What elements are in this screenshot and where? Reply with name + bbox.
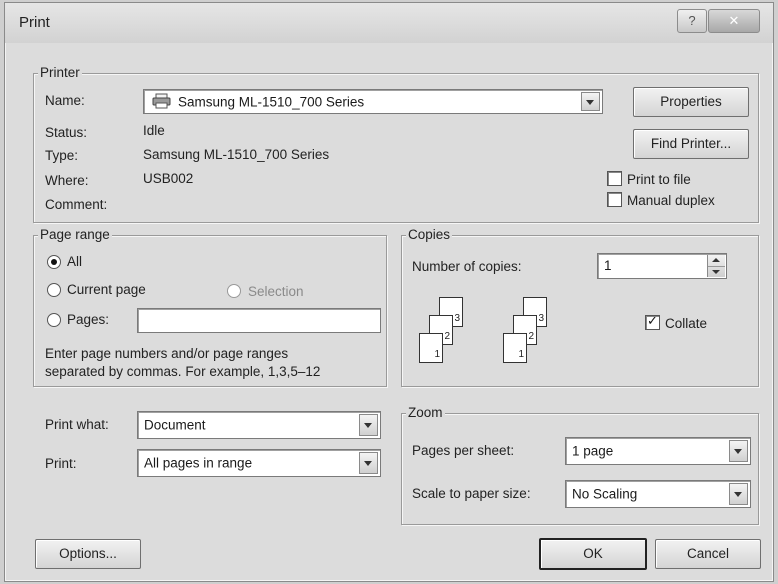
scale-to-paper-label: Scale to paper size: — [412, 486, 531, 501]
print-select[interactable]: All pages in range — [137, 449, 381, 477]
print-to-file-label[interactable]: Print to file — [627, 172, 691, 187]
current-page-radio[interactable] — [47, 283, 61, 297]
chevron-down-icon[interactable] — [729, 483, 748, 505]
comment-label: Comment: — [45, 197, 108, 212]
all-label[interactable]: All — [67, 254, 82, 269]
help-button[interactable]: ? — [677, 9, 707, 33]
cancel-button-label: Cancel — [686, 546, 730, 561]
page-range-hint-2: separated by commas. For example, 1,3,5–… — [45, 364, 321, 379]
find-printer-button[interactable]: Find Printer... — [633, 129, 749, 159]
where-value: USB002 — [143, 171, 194, 186]
number-of-copies-spinner[interactable]: 1 — [597, 253, 727, 279]
ok-button-label: OK — [583, 546, 603, 561]
pages-per-sheet-label: Pages per sheet: — [412, 443, 515, 458]
printer-legend: Printer — [38, 65, 82, 80]
spin-up-icon[interactable] — [712, 258, 720, 262]
cancel-button[interactable]: Cancel — [655, 539, 761, 569]
print-label: Print: — [45, 456, 77, 471]
manual-duplex-label[interactable]: Manual duplex — [627, 193, 715, 208]
printer-name-label: Name: — [45, 93, 85, 108]
pages-per-sheet-select[interactable]: 1 page — [565, 437, 751, 465]
dialog-title: Print — [19, 14, 50, 31]
chevron-down-icon[interactable] — [359, 414, 378, 436]
status-value: Idle — [143, 123, 165, 138]
copies-legend: Copies — [406, 227, 453, 242]
help-icon: ? — [688, 13, 696, 28]
print-what-label: Print what: — [45, 417, 109, 432]
type-label: Type: — [45, 148, 79, 163]
printer-name-value: Samsung ML-1510_700 Series — [178, 94, 365, 109]
copies-spin-buttons[interactable] — [707, 255, 725, 277]
where-label: Where: — [45, 173, 89, 188]
number-of-copies-value: 1 — [604, 258, 612, 273]
page-range-legend: Page range — [38, 227, 112, 242]
chevron-down-icon[interactable] — [359, 452, 378, 474]
print-what-select[interactable]: Document — [137, 411, 381, 439]
properties-button-label: Properties — [660, 94, 722, 109]
scale-to-paper-value: No Scaling — [572, 486, 638, 502]
selection-label: Selection — [248, 284, 304, 299]
find-printer-button-label: Find Printer... — [650, 136, 732, 151]
pages-label[interactable]: Pages: — [67, 312, 109, 327]
ok-button[interactable]: OK — [539, 538, 647, 570]
printer-name-select[interactable]: Samsung ML-1510_700 Series — [143, 89, 603, 114]
all-radio[interactable] — [47, 255, 61, 269]
print-value: All pages in range — [144, 455, 253, 471]
number-of-copies-label: Number of copies: — [412, 259, 522, 274]
collate-label[interactable]: Collate — [665, 316, 707, 331]
type-value: Samsung ML-1510_700 Series — [143, 147, 330, 162]
pages-radio[interactable] — [47, 313, 61, 327]
scale-to-paper-select[interactable]: No Scaling — [565, 480, 751, 508]
close-icon: ✕ — [728, 13, 740, 28]
properties-button[interactable]: Properties — [633, 87, 749, 117]
selection-radio[interactable] — [227, 284, 241, 298]
title-bar: Print ? ✕ — [5, 3, 773, 43]
spin-down-icon[interactable] — [712, 270, 720, 274]
print-what-value: Document — [144, 417, 206, 433]
pages-per-sheet-value: 1 page — [572, 443, 614, 459]
printer-icon — [152, 93, 171, 109]
status-label: Status: — [45, 125, 88, 140]
chevron-down-icon[interactable] — [729, 440, 748, 462]
chevron-down-icon[interactable] — [581, 92, 600, 111]
collated-page-1-icon: 1 — [503, 333, 527, 363]
uncollated-page-1-icon: 1 — [419, 333, 443, 363]
close-button[interactable]: ✕ — [708, 9, 760, 33]
print-to-file-checkbox[interactable] — [607, 171, 622, 186]
page-range-hint-1: Enter page numbers and/or page ranges — [45, 346, 289, 361]
options-button-label: Options... — [59, 546, 117, 561]
print-dialog: Print ? ✕ Printer Name: Samsung ML-1510_… — [4, 2, 774, 582]
options-button[interactable]: Options... — [35, 539, 141, 569]
collate-checkbox[interactable] — [645, 313, 660, 330]
manual-duplex-checkbox[interactable] — [607, 192, 622, 207]
zoom-legend: Zoom — [406, 405, 445, 420]
pages-input[interactable] — [137, 308, 381, 333]
zoom-group: Zoom — [401, 405, 759, 525]
current-page-label[interactable]: Current page — [67, 282, 146, 297]
